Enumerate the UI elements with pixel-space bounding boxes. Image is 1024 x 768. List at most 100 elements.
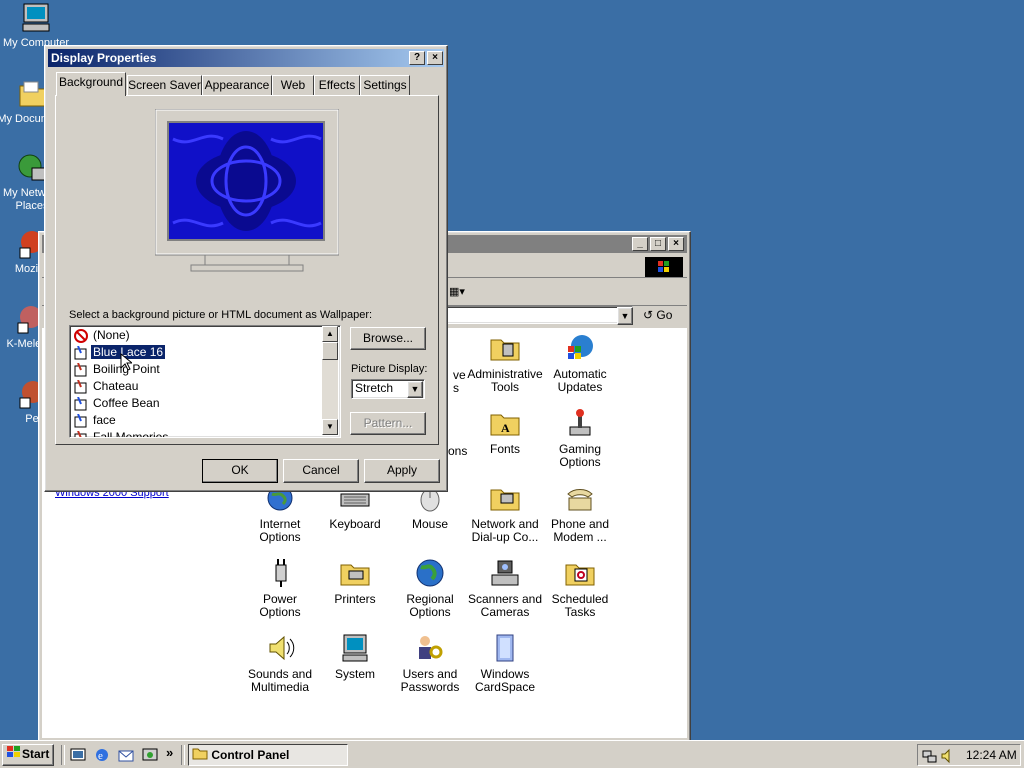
partial-label: ve xyxy=(453,368,466,382)
paint-image-icon xyxy=(74,413,88,428)
list-item-label: Coffee Bean xyxy=(93,396,160,410)
chevron-more-icon[interactable]: » xyxy=(166,745,173,760)
cp-item-label: Regional Options xyxy=(406,592,454,619)
list-item-none[interactable]: (None) xyxy=(74,327,132,344)
cp-item-printers[interactable]: Printers xyxy=(317,557,393,606)
go-arrow-icon: ↺ xyxy=(643,308,654,322)
cardspace-icon xyxy=(489,632,521,664)
outlook-express-icon[interactable] xyxy=(118,747,134,763)
scanner-icon xyxy=(489,557,521,589)
scroll-up-button[interactable]: ▲ xyxy=(322,326,338,342)
start-label: Start xyxy=(22,747,50,762)
partial-label: ons xyxy=(448,444,468,458)
list-item-label: (None) xyxy=(93,328,130,342)
cp-item-scanners-and-cameras[interactable]: Scanners and Cameras xyxy=(467,557,543,619)
wallpaper-prompt: Select a background picture or HTML docu… xyxy=(69,309,373,321)
power-plug-icon xyxy=(264,557,296,589)
cp-item-label: Network and Dial-up Co... xyxy=(471,517,539,544)
cp-item-sounds-and-multimedia[interactable]: Sounds and Multimedia xyxy=(242,632,318,694)
scroll-thumb[interactable] xyxy=(322,342,338,360)
task-control-panel[interactable]: Control Panel xyxy=(188,744,348,766)
system-computer-icon xyxy=(339,632,371,664)
cp-item-network-and-dial-up[interactable]: Network and Dial-up Co... xyxy=(467,482,543,544)
dialog-titlebar: Display Properties xyxy=(48,49,444,67)
fonts-folder-icon: A xyxy=(489,407,521,439)
cp-item-phone-and-modem[interactable]: Phone and Modem ... xyxy=(542,482,618,544)
tab-web[interactable]: Web xyxy=(272,75,314,95)
cp-item-windows-cardspace[interactable]: Windows CardSpace xyxy=(467,632,543,694)
close-button[interactable]: × xyxy=(427,51,443,65)
list-item-face[interactable]: face xyxy=(74,412,118,429)
cp-item-label: Windows CardSpace xyxy=(474,667,536,694)
volume-tray-icon[interactable] xyxy=(940,748,956,767)
cp-item-administrative-tools[interactable]: Administrative Tools xyxy=(467,332,543,394)
quick-launch-divider xyxy=(61,745,65,765)
cp-item-power-options[interactable]: Power Options xyxy=(242,557,318,619)
address-input[interactable] xyxy=(445,306,633,324)
task-label: Control Panel xyxy=(211,748,290,762)
cp-item-label: Users and Passwords xyxy=(400,667,460,694)
tab-appearance[interactable]: Appearance xyxy=(202,75,272,95)
list-item-chateau[interactable]: Chateau xyxy=(74,378,140,395)
tab-background[interactable]: Background xyxy=(56,72,126,96)
cp-item-system[interactable]: System xyxy=(317,632,393,681)
picture-display-select[interactable]: Stretch ▼ xyxy=(351,379,425,399)
cp-item-gaming-options[interactable]: Gaming Options xyxy=(542,407,618,469)
cp-item-label: Internet Options xyxy=(259,517,301,544)
go-button[interactable]: ↺ Go xyxy=(643,306,681,324)
list-item-coffee-bean[interactable]: Coffee Bean xyxy=(74,395,162,412)
picture-display-value: Stretch xyxy=(355,381,394,395)
windows-update-icon xyxy=(564,332,596,364)
speaker-icon xyxy=(264,632,296,664)
address-dropdown-button[interactable]: ▼ xyxy=(617,307,633,325)
phone-icon xyxy=(564,482,596,514)
cp-item-label: Administrative Tools xyxy=(467,367,543,394)
help-button[interactable]: ? xyxy=(409,51,425,65)
list-item-boiling-point[interactable]: Boiling Point xyxy=(74,361,162,378)
scroll-down-button[interactable]: ▼ xyxy=(322,419,338,435)
browse-button[interactable]: Browse... xyxy=(350,327,426,350)
paint-image-icon xyxy=(74,430,88,437)
minimize-button[interactable]: _ xyxy=(632,237,648,251)
cp-item-regional-options[interactable]: Regional Options xyxy=(392,557,468,619)
maximize-button[interactable]: □ xyxy=(650,237,666,251)
monitor-icon xyxy=(154,108,340,272)
cp-item-users-and-passwords[interactable]: Users and Passwords xyxy=(392,632,468,694)
cp-item-fonts[interactable]: A Fonts xyxy=(467,407,543,456)
list-item-fall-memories[interactable]: Fall Memories xyxy=(74,429,170,437)
users-keys-icon xyxy=(414,632,446,664)
picture-display-label: Picture Display: xyxy=(351,363,428,375)
paint-image-icon xyxy=(74,379,88,394)
network-folder-icon xyxy=(489,482,521,514)
svg-text:A: A xyxy=(501,421,510,435)
display-properties-dialog: Display Properties ? × Background Screen… xyxy=(44,45,448,492)
cp-item-label: Scheduled Tasks xyxy=(551,592,609,619)
cp-item-label: Fonts xyxy=(489,442,520,456)
network-tray-icon[interactable] xyxy=(922,748,938,767)
show-desktop-icon[interactable] xyxy=(70,747,86,763)
tab-settings[interactable]: Settings xyxy=(360,75,410,95)
wallpaper-list[interactable]: (None) Blue Lace 16 Boiling Point Chatea… xyxy=(69,325,341,438)
media-player-icon[interactable] xyxy=(142,747,158,763)
views-icon[interactable]: ▦▾ xyxy=(449,285,467,298)
tab-effects[interactable]: Effects xyxy=(314,75,360,95)
cp-item-scheduled-tasks[interactable]: Scheduled Tasks xyxy=(542,557,618,619)
start-button[interactable]: Start xyxy=(2,744,54,766)
cancel-button[interactable]: Cancel xyxy=(283,459,359,483)
ok-button[interactable]: OK xyxy=(202,459,278,483)
system-tray: 12:24 AM xyxy=(917,744,1021,766)
pattern-button: Pattern... xyxy=(350,412,426,435)
computer-icon xyxy=(20,2,52,34)
cp-item-automatic-updates[interactable]: Automatic Updates xyxy=(542,332,618,394)
list-item-label: face xyxy=(93,413,116,427)
internet-explorer-icon[interactable]: e xyxy=(94,747,110,763)
cp-item-label: Keyboard xyxy=(329,517,381,531)
cp-item-label: Mouse xyxy=(411,517,449,531)
chevron-down-icon[interactable]: ▼ xyxy=(407,381,423,398)
tab-screen-saver[interactable]: Screen Saver xyxy=(127,75,202,95)
desktop-icon-my-computer[interactable]: My Computer xyxy=(0,2,74,50)
desktop-icon-label: Pe xyxy=(25,413,39,425)
close-button[interactable]: × xyxy=(668,237,684,251)
list-scrollbar[interactable]: ▲ ▼ xyxy=(322,326,338,435)
apply-button[interactable]: Apply xyxy=(364,459,440,483)
